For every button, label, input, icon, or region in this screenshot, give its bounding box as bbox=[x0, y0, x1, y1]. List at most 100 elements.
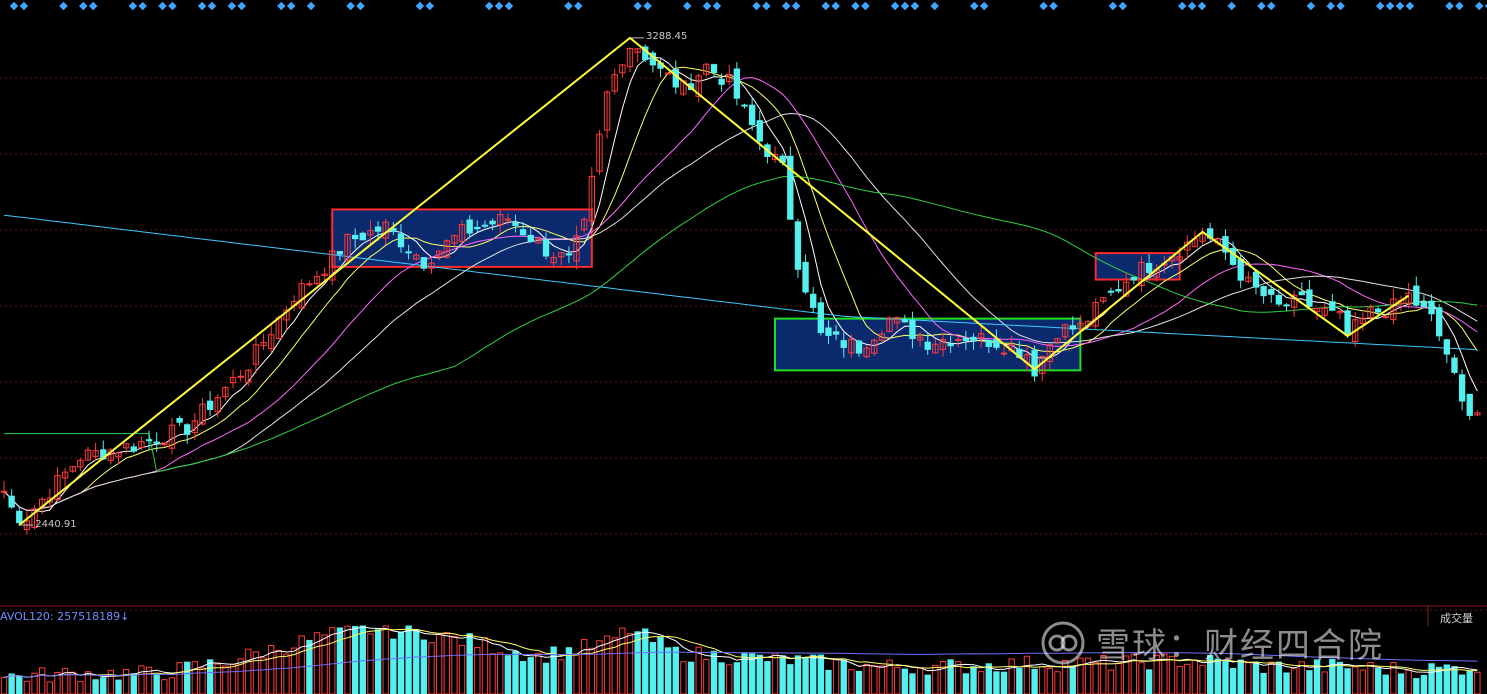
volume-bar bbox=[1000, 671, 1008, 694]
top-marker bbox=[494, 1, 504, 11]
volume-bar bbox=[726, 664, 733, 694]
high-price-label: 3288.45 bbox=[645, 30, 688, 42]
volume-bar bbox=[359, 625, 366, 694]
volume-bar bbox=[962, 673, 970, 694]
volume-bar bbox=[222, 665, 229, 694]
top-marker bbox=[19, 1, 29, 11]
candle-body bbox=[405, 251, 412, 254]
volume-bar bbox=[512, 650, 519, 694]
candle-body bbox=[542, 239, 550, 257]
volume-bar bbox=[1451, 666, 1458, 694]
top-marker bbox=[237, 1, 246, 11]
volume-bar bbox=[420, 639, 428, 694]
volume-bar bbox=[367, 633, 374, 694]
volume-bar bbox=[138, 665, 145, 694]
candle-body bbox=[8, 495, 15, 508]
top-marker bbox=[1118, 1, 1128, 11]
trend-line bbox=[18, 36, 1410, 526]
candle-body bbox=[1107, 290, 1115, 293]
top-marker bbox=[861, 1, 870, 11]
volume-bar bbox=[1008, 658, 1015, 694]
volume-bar bbox=[672, 646, 679, 694]
candlestick-chart bbox=[0, 1, 1487, 694]
top-marker bbox=[979, 1, 989, 11]
candle-body bbox=[1428, 300, 1435, 315]
candle-body bbox=[16, 510, 23, 524]
volume-bar bbox=[1138, 662, 1145, 694]
volume-bar bbox=[573, 653, 580, 694]
volume-bar bbox=[1184, 663, 1191, 694]
candle-body bbox=[397, 233, 405, 248]
volume-bar bbox=[168, 677, 176, 694]
top-marker bbox=[1375, 1, 1385, 11]
candle-body bbox=[153, 441, 160, 444]
watermark-text: 雪球：财经四合院 bbox=[1096, 626, 1384, 666]
candle-body bbox=[176, 418, 183, 423]
volume-bar bbox=[435, 633, 443, 694]
volume-bar bbox=[229, 663, 237, 694]
top-marker bbox=[484, 1, 494, 11]
candle-body bbox=[1329, 301, 1336, 311]
candle-body bbox=[237, 375, 244, 378]
watermark: 雪球：财经四合院 bbox=[1040, 618, 1384, 667]
candle-body bbox=[466, 219, 473, 234]
volume-bar bbox=[794, 655, 802, 694]
candle-body bbox=[1115, 289, 1122, 292]
volume-bar bbox=[649, 642, 657, 694]
volume-bar bbox=[16, 675, 23, 694]
volume-bar bbox=[825, 669, 832, 694]
candle-body bbox=[336, 251, 344, 255]
volume-bar bbox=[817, 654, 825, 694]
volume-bar bbox=[1428, 663, 1435, 694]
candle-body bbox=[374, 226, 382, 232]
top-marker bbox=[1267, 1, 1276, 11]
volume-bar bbox=[771, 652, 779, 694]
top-marker bbox=[207, 1, 217, 11]
volume-bar bbox=[245, 648, 252, 694]
volume-bar bbox=[390, 638, 397, 694]
volume-bar bbox=[397, 631, 405, 694]
volume-bar bbox=[718, 662, 725, 694]
volume-bar bbox=[92, 679, 99, 694]
candle-body bbox=[1000, 352, 1008, 355]
candle-body bbox=[810, 293, 817, 308]
candle-body bbox=[1069, 325, 1076, 330]
candle-body bbox=[130, 446, 137, 452]
volume-bar bbox=[1321, 671, 1328, 694]
candle-body bbox=[825, 327, 832, 336]
volume-bar bbox=[413, 629, 420, 694]
volume-panel-tag: 成交量 bbox=[1440, 612, 1473, 625]
volume-bar bbox=[1092, 661, 1099, 694]
top-marker bbox=[712, 1, 722, 11]
volume-bar bbox=[519, 661, 527, 694]
top-marker bbox=[197, 1, 207, 11]
top-marker bbox=[930, 1, 939, 11]
candle-body bbox=[741, 104, 748, 107]
candle-body bbox=[1252, 271, 1260, 288]
volume-bar bbox=[832, 659, 840, 694]
volume-bar bbox=[840, 659, 847, 694]
volume-bar bbox=[634, 631, 641, 694]
volume-bar bbox=[1352, 666, 1359, 694]
volume-bar bbox=[1176, 665, 1183, 694]
volume-bar bbox=[802, 657, 809, 694]
volume-bar bbox=[1023, 655, 1031, 694]
candle-body bbox=[901, 319, 908, 323]
candle-body bbox=[306, 283, 313, 286]
volume-bar bbox=[977, 671, 985, 694]
volume-bar bbox=[909, 673, 916, 694]
candle-body bbox=[1382, 315, 1389, 318]
top-marker bbox=[791, 1, 801, 11]
volume-bar bbox=[657, 637, 664, 694]
candle-body bbox=[1229, 248, 1237, 265]
candle-body bbox=[1130, 277, 1138, 281]
candle-body bbox=[947, 343, 954, 347]
top-marker bbox=[1257, 1, 1266, 11]
top-marker bbox=[752, 1, 761, 11]
top-marker bbox=[277, 1, 286, 11]
snowball-logo-icon bbox=[1041, 621, 1085, 664]
candle-body bbox=[955, 339, 962, 342]
volume-bar bbox=[38, 667, 46, 694]
volume-bar bbox=[1413, 678, 1420, 694]
volume-bar bbox=[69, 671, 76, 694]
